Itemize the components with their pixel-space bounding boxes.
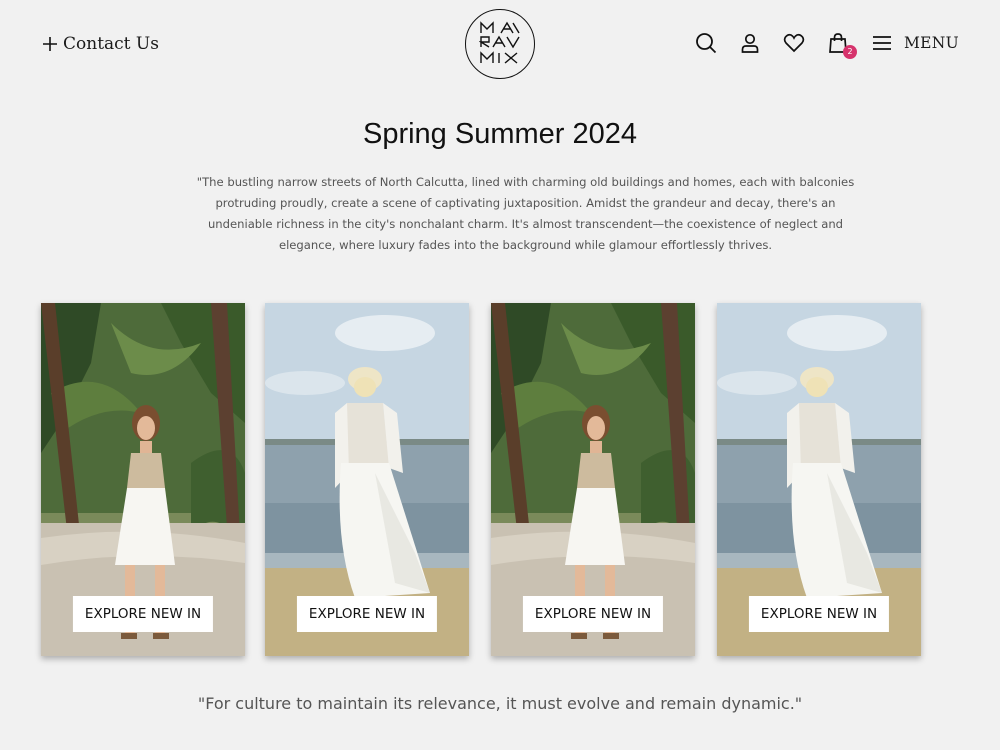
collection-description: "The bustling narrow streets of North Ca…	[196, 175, 855, 252]
search-icon	[696, 33, 717, 54]
site-header: Contact Us 2 MENU	[0, 0, 1000, 90]
collection-card[interactable]: EXPLORE NEW IN	[717, 303, 921, 656]
menu-label: MENU	[903, 34, 959, 52]
search-button[interactable]	[694, 30, 718, 56]
hamburger-icon	[872, 36, 891, 50]
explore-new-in-button[interactable]: EXPLORE NEW IN	[72, 596, 214, 632]
menu-button[interactable]: MENU	[872, 33, 959, 53]
product-cards: EXPLORE NEW IN EXPLORE NEW IN EXPLORE NE…	[41, 303, 921, 656]
user-icon	[741, 33, 759, 53]
logo-monogram	[479, 21, 520, 64]
explore-new-in-button[interactable]: EXPLORE NEW IN	[748, 596, 890, 632]
account-button[interactable]	[738, 30, 762, 56]
collection-title: Spring Summer 2024	[362, 118, 638, 150]
contact-us-label: Contact Us	[63, 34, 159, 54]
brand-logo[interactable]	[465, 9, 535, 79]
collection-card[interactable]: EXPLORE NEW IN	[41, 303, 245, 656]
culture-quote: "For culture to maintain its relevance, …	[197, 694, 803, 713]
cart-count-badge: 2	[842, 45, 857, 59]
wishlist-button[interactable]	[782, 30, 806, 56]
explore-new-in-button[interactable]: EXPLORE NEW IN	[522, 596, 664, 632]
header-actions: 2 MENU	[694, 30, 959, 59]
cart-button[interactable]: 2	[826, 30, 857, 59]
collection-card[interactable]: EXPLORE NEW IN	[491, 303, 695, 656]
heart-icon	[783, 33, 805, 53]
explore-new-in-button[interactable]: EXPLORE NEW IN	[296, 596, 438, 632]
plus-icon	[43, 37, 57, 51]
collection-card[interactable]: EXPLORE NEW IN	[265, 303, 469, 656]
contact-us-link[interactable]: Contact Us	[41, 31, 159, 57]
